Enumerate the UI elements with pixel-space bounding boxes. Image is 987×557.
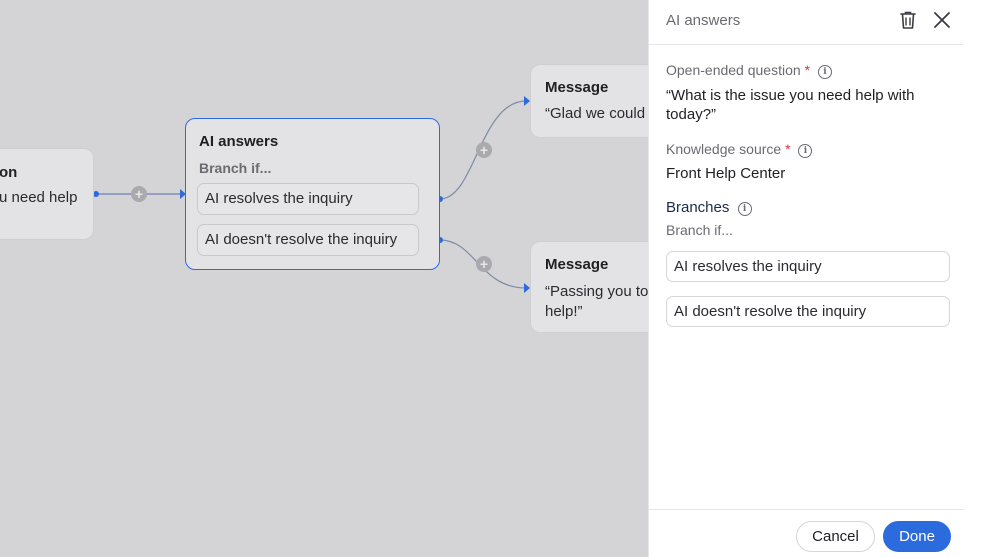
node-text: “Passing you to	[545, 283, 648, 300]
message-node-unresolved[interactable]: Message “Passing you to help!”	[530, 241, 648, 333]
node-text: u need help	[0, 189, 78, 206]
branch-if-label: Branch if...	[666, 222, 733, 238]
info-icon[interactable]: i	[737, 202, 752, 216]
info-icon[interactable]: i	[817, 65, 832, 79]
node-title: AI answers	[199, 133, 279, 150]
knowledge-value[interactable]: Front Help Center	[666, 164, 946, 183]
knowledge-label: Knowledge source * i	[666, 141, 813, 158]
branch-if-label: Branch if...	[199, 160, 272, 176]
panel-header: AI answers	[649, 0, 963, 45]
node-title: Message	[545, 256, 609, 273]
done-button[interactable]: Done	[883, 521, 951, 552]
trash-icon[interactable]	[897, 9, 919, 31]
panel-title: AI answers	[666, 12, 741, 29]
branches-title-text: Branches	[666, 199, 730, 216]
info-icon[interactable]: i	[798, 144, 813, 158]
side-panel: AI answers Open-ended question * i “What…	[648, 0, 964, 557]
required-mark: *	[785, 141, 791, 157]
question-label: Open-ended question * i	[666, 62, 832, 79]
branch-input-resolves[interactable]: AI resolves the inquiry	[666, 251, 950, 282]
question-node[interactable]: on u need help	[0, 148, 94, 240]
add-step-plus-icon[interactable]: +	[476, 256, 492, 272]
panel-footer: Cancel Done	[649, 509, 964, 557]
node-title: on	[0, 164, 18, 181]
question-value[interactable]: “What is the issue you need help with to…	[666, 86, 946, 124]
flow-canvas[interactable]: + + + on u need help AI answers Branch i…	[0, 0, 648, 557]
branch-input-not-resolves[interactable]: AI doesn't resolve the inquiry	[666, 296, 950, 327]
branch-not-resolves[interactable]: AI doesn't resolve the inquiry	[197, 224, 419, 256]
ai-answers-node[interactable]: AI answers Branch if... AI resolves the …	[185, 118, 440, 270]
branches-title: Branches i	[666, 199, 752, 216]
node-text: “Glad we could	[545, 105, 646, 122]
message-node-resolved[interactable]: Message “Glad we could	[530, 64, 648, 138]
node-text: help!”	[545, 303, 583, 320]
add-step-plus-icon[interactable]: +	[131, 186, 147, 202]
knowledge-label-text: Knowledge source	[666, 141, 782, 157]
node-title: Message	[545, 79, 609, 96]
required-mark: *	[804, 62, 811, 78]
question-label-text: Open-ended question	[666, 62, 801, 78]
cancel-button[interactable]: Cancel	[796, 521, 875, 552]
branch-resolves[interactable]: AI resolves the inquiry	[197, 183, 419, 215]
close-icon[interactable]	[931, 9, 953, 31]
add-step-plus-icon[interactable]: +	[476, 142, 492, 158]
